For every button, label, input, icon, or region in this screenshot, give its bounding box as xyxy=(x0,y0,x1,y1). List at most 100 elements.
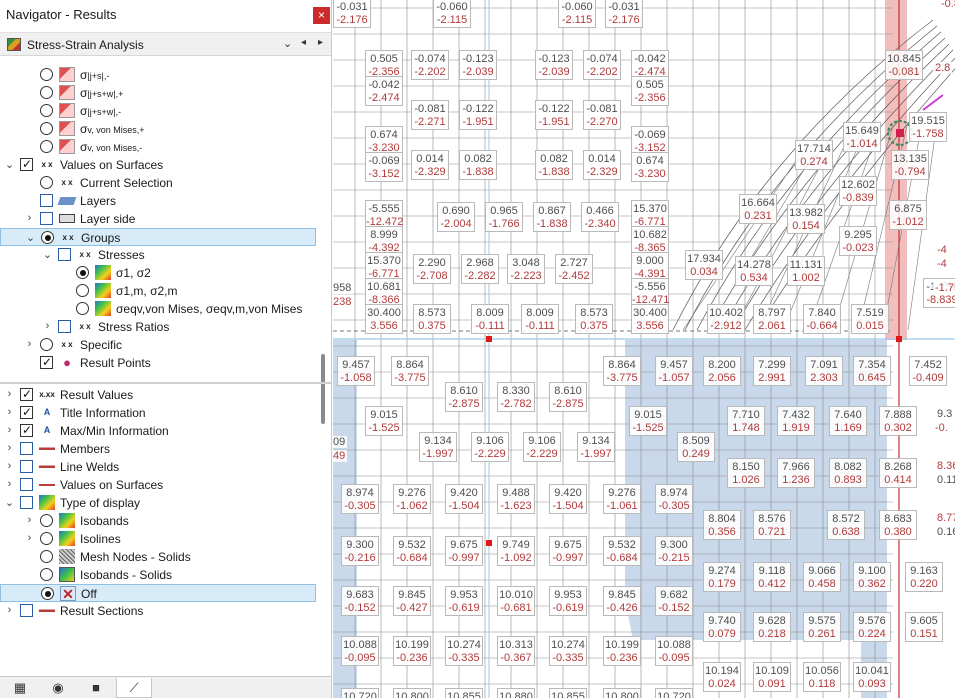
tree-item-values-on-surfaces[interactable]: ⌄ x x Values on Surfaces xyxy=(0,156,316,174)
radio-button[interactable] xyxy=(40,338,53,351)
tree-item-isolines[interactable]: › Isolines xyxy=(0,530,316,548)
radio-button[interactable] xyxy=(40,140,53,153)
value-upper: 8.330 xyxy=(502,385,530,397)
radio-button[interactable] xyxy=(40,568,53,581)
tree-item-title-information[interactable]: › A Title Information xyxy=(0,404,316,422)
checkbox[interactable] xyxy=(20,460,33,473)
tab-display-icon[interactable]: ◉ xyxy=(40,678,76,698)
tree-item-isobands[interactable]: › Isobands xyxy=(0,512,316,530)
checkbox[interactable] xyxy=(20,387,33,401)
checkbox[interactable] xyxy=(40,355,53,369)
radio-button[interactable] xyxy=(76,284,89,297)
checkbox[interactable] xyxy=(58,248,71,261)
radio-button[interactable] xyxy=(76,266,89,279)
chevron-down-icon[interactable]: ⌄ xyxy=(283,37,292,50)
tree-item-sigma-1m-2m[interactable]: σ1,m, σ2,m xyxy=(0,282,316,300)
collapse-chevron-icon[interactable]: ⌄ xyxy=(42,248,53,261)
panel-splitter[interactable] xyxy=(0,382,331,384)
tree-item-result-points[interactable]: ● Result Points xyxy=(0,354,316,372)
scrollbar-thumb[interactable] xyxy=(321,354,325,424)
value-upper: 9.576 xyxy=(858,615,886,627)
radio-button[interactable] xyxy=(40,104,53,117)
graphics-viewport[interactable]: -0.031 -2.176 -0.060 -2.115 -0.060 -2.115 -0.0… xyxy=(333,0,955,698)
radio-button[interactable] xyxy=(40,122,53,135)
result-value-label: 7.432 1.919 xyxy=(777,406,815,436)
checkbox[interactable] xyxy=(20,157,33,171)
tree-item-stresses[interactable]: ⌄ x x Stresses xyxy=(0,246,316,264)
tree-item-sig-vm-plus[interactable]: σv, von Mises,+ xyxy=(0,120,316,138)
tab-data-icon[interactable]: ▦ xyxy=(2,678,38,698)
tree-item-line-welds[interactable]: › Line Welds xyxy=(0,458,316,476)
checkbox[interactable] xyxy=(20,478,33,491)
tree-item-mesh-nodes-solids[interactable]: Mesh Nodes - Solids xyxy=(0,548,316,566)
expand-chevron-icon[interactable]: › xyxy=(42,320,53,332)
tree-item-sig-jsw-plus[interactable]: σ|j+s+w|,+ xyxy=(0,84,316,102)
result-value-label: 2.290 -2.708 xyxy=(413,254,451,284)
checkbox[interactable] xyxy=(40,212,53,225)
checkbox[interactable] xyxy=(58,320,71,333)
radio-button[interactable] xyxy=(40,86,53,99)
expand-chevron-icon[interactable]: › xyxy=(24,338,35,350)
checkbox[interactable] xyxy=(20,423,33,437)
checkbox[interactable] xyxy=(40,194,53,207)
tree-item-layers[interactable]: Layers xyxy=(0,192,316,210)
tree-item-values-on-surfaces-2[interactable]: › Values on Surfaces xyxy=(0,476,316,494)
tree-item-sigma-eqv[interactable]: σeqv,von Mises, σeqv,m,von Mises xyxy=(0,300,316,318)
tree-item-sig-vm-minus[interactable]: σv, von Mises,- xyxy=(0,138,316,156)
tree-item-off[interactable]: ✕ Off xyxy=(0,584,316,602)
expand-chevron-icon[interactable]: › xyxy=(4,406,15,418)
tree-item-result-sections[interactable]: › Result Sections xyxy=(0,602,316,620)
tree-item-sig-jsw-minus[interactable]: σ|j+s+w|,- xyxy=(0,102,316,120)
tree-item-groups[interactable]: ⌄ x x Groups xyxy=(0,228,316,246)
tree-scrollbar[interactable] xyxy=(318,60,328,424)
label-text: Layer side xyxy=(80,212,136,226)
tree-item-result-values[interactable]: › x.xx Result Values xyxy=(0,386,316,404)
radio-button[interactable] xyxy=(40,550,53,563)
tree-item-current-selection[interactable]: x x Current Selection xyxy=(0,174,316,192)
value-lower: -3.775 xyxy=(606,372,638,384)
radio-button[interactable] xyxy=(40,68,53,81)
module-selector[interactable]: Stress-Strain Analysis ⌄ ◂ ▸ xyxy=(0,32,331,56)
radio-button[interactable] xyxy=(41,231,54,244)
value-lower: -0.794 xyxy=(894,166,926,178)
expand-chevron-icon[interactable]: › xyxy=(24,212,35,224)
expand-chevron-icon[interactable]: › xyxy=(4,478,15,490)
value-lower: -1.525 xyxy=(632,422,664,434)
tree-item-layer-side[interactable]: › Layer side xyxy=(0,210,316,228)
expand-chevron-icon[interactable]: › xyxy=(24,532,35,544)
tree-item-maxmin-information[interactable]: › A Max/Min Information xyxy=(0,422,316,440)
expand-chevron-icon[interactable]: › xyxy=(4,424,15,436)
expand-chevron-icon[interactable]: › xyxy=(4,442,15,454)
value-lower: -0.619 xyxy=(448,602,480,614)
tab-views-icon[interactable]: ■ xyxy=(78,678,114,698)
tree-item-members[interactable]: › Members xyxy=(0,440,316,458)
checkbox[interactable] xyxy=(20,604,33,617)
close-button[interactable]: × xyxy=(313,7,330,24)
previous-arrow-icon[interactable]: ◂ xyxy=(301,37,306,48)
tree-item-sigma-1-2[interactable]: σ1, σ2 xyxy=(0,264,316,282)
tree-item-sig-js[interactable]: σ|j+s|,- xyxy=(0,66,316,84)
tree-item-stress-ratios[interactable]: › x x Stress Ratios xyxy=(0,318,316,336)
radio-button[interactable] xyxy=(76,302,89,315)
next-arrow-icon[interactable]: ▸ xyxy=(318,37,323,48)
collapse-chevron-icon[interactable]: ⌄ xyxy=(4,158,15,171)
tree-item-isobands-solids[interactable]: Isobands - Solids xyxy=(0,566,316,584)
collapse-chevron-icon[interactable]: ⌄ xyxy=(4,496,15,509)
expand-chevron-icon[interactable]: › xyxy=(4,388,15,400)
expand-chevron-icon[interactable]: › xyxy=(4,604,15,616)
checkbox[interactable] xyxy=(20,442,33,455)
tab-results-icon[interactable]: ⟋ xyxy=(116,678,152,698)
tree-item-type-of-display[interactable]: ⌄ Type of display xyxy=(0,494,316,512)
iso-icon xyxy=(59,513,75,528)
expand-chevron-icon[interactable]: › xyxy=(4,460,15,472)
checkbox[interactable] xyxy=(20,405,33,419)
checkbox[interactable] xyxy=(20,496,33,509)
value-upper: 17.714 xyxy=(797,143,831,155)
collapse-chevron-icon[interactable]: ⌄ xyxy=(25,231,36,244)
expand-chevron-icon[interactable]: › xyxy=(24,514,35,526)
radio-button[interactable] xyxy=(40,514,53,527)
radio-button[interactable] xyxy=(41,587,54,600)
tree-item-specific[interactable]: › x x Specific xyxy=(0,336,316,354)
radio-button[interactable] xyxy=(40,176,53,189)
radio-button[interactable] xyxy=(40,532,53,545)
